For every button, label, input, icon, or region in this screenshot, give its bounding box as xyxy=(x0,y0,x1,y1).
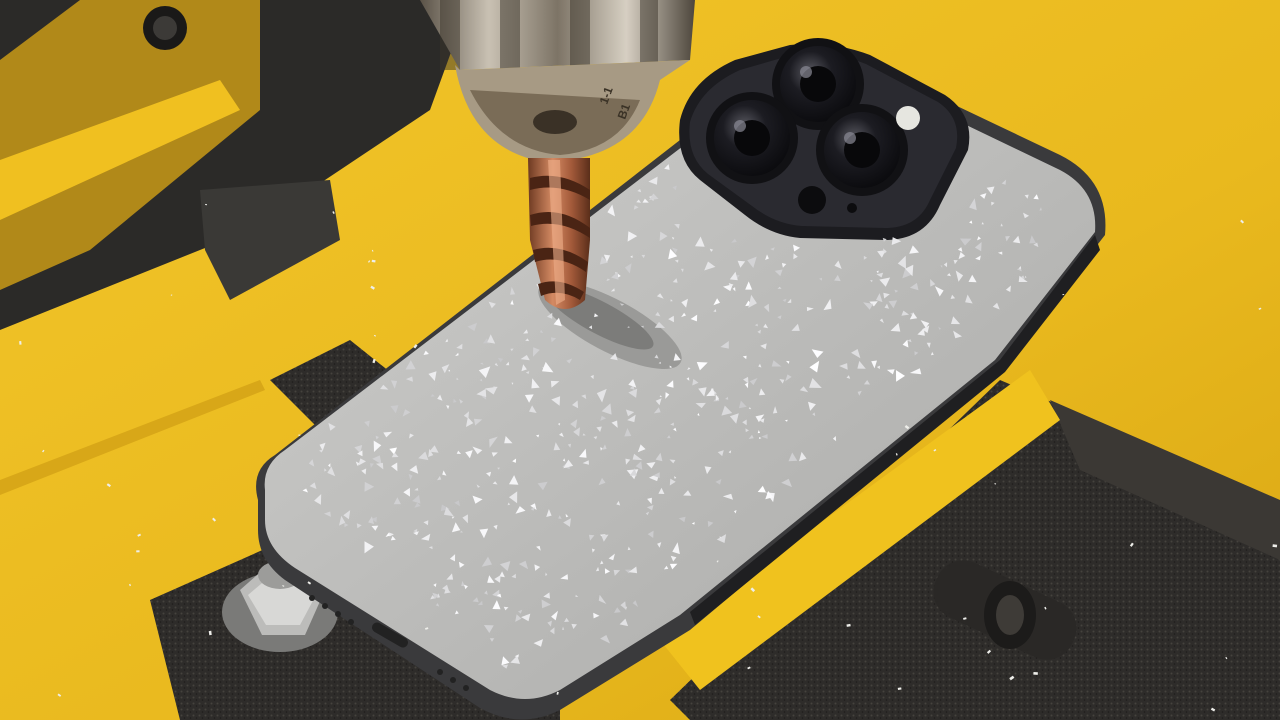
microphone-hole xyxy=(847,203,857,213)
lidar-sensor xyxy=(798,186,826,214)
camera-lens-right xyxy=(816,104,908,196)
chuck-key-hole xyxy=(533,110,577,134)
metal-shaving xyxy=(19,341,22,345)
metal-shaving xyxy=(1062,294,1065,296)
drill-press-photo: 1-1 B1 xyxy=(0,0,1280,720)
camera-flash xyxy=(896,106,920,130)
metal-shaving xyxy=(1033,672,1038,675)
camera-lens-left xyxy=(706,92,798,184)
photo-scene: 1-1 B1 xyxy=(0,0,1280,720)
metal-shaving xyxy=(136,550,140,553)
metal-shaving xyxy=(298,434,301,436)
metal-shaving xyxy=(1272,544,1278,548)
